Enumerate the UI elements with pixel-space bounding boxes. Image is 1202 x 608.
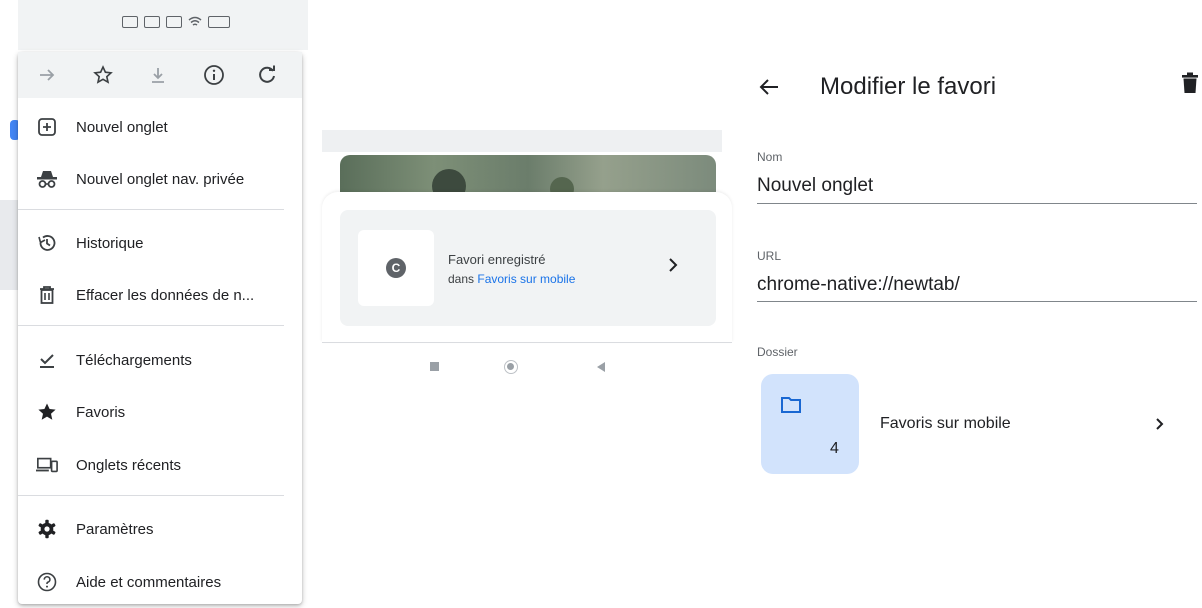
star-filled-icon bbox=[36, 401, 58, 423]
folder-field-label: Dossier bbox=[757, 345, 798, 359]
battery-icon bbox=[208, 16, 230, 28]
menu-item-bookmarks[interactable]: Favoris bbox=[18, 390, 302, 434]
menu-item-history[interactable]: Historique bbox=[18, 221, 302, 265]
chevron-right-icon[interactable] bbox=[1154, 416, 1166, 432]
menu-item-label: Téléchargements bbox=[76, 351, 192, 369]
system-nav-bar bbox=[322, 352, 732, 382]
trash-icon bbox=[36, 284, 58, 306]
name-field[interactable]: Nouvel onglet bbox=[757, 175, 873, 197]
recents-square-icon[interactable] bbox=[430, 362, 439, 371]
delete-icon[interactable] bbox=[1181, 72, 1199, 94]
download-icon[interactable] bbox=[145, 62, 171, 88]
sim1-signal-icon bbox=[144, 16, 160, 28]
snackbar-folder-link[interactable]: Favoris sur mobile bbox=[477, 272, 575, 286]
home-circle-icon[interactable] bbox=[504, 360, 518, 374]
menu-item-label: Nouvel onglet bbox=[76, 118, 168, 136]
menu-item-label: Onglets récents bbox=[76, 456, 182, 474]
background-page-block bbox=[0, 200, 20, 290]
new-tab-page-area bbox=[322, 130, 722, 152]
folder-name[interactable]: Favoris sur mobile bbox=[880, 415, 1011, 433]
menu-toolbar bbox=[18, 52, 302, 98]
menu-divider bbox=[18, 495, 284, 496]
menu-item-incognito-tab[interactable]: Nouvel onglet nav. privée bbox=[18, 157, 302, 201]
info-icon[interactable] bbox=[201, 62, 227, 88]
download-done-icon bbox=[36, 349, 58, 371]
history-icon bbox=[36, 232, 58, 254]
name-field-underline bbox=[757, 203, 1197, 204]
page-title: Modifier le favori bbox=[820, 73, 997, 100]
menu-item-clear-data[interactable]: Effacer les données de n... bbox=[18, 273, 302, 317]
snackbar-title: Favori enregistré bbox=[448, 252, 546, 267]
divider bbox=[322, 342, 732, 343]
plus-box-icon bbox=[36, 116, 58, 138]
incognito-icon bbox=[36, 168, 58, 190]
menu-item-label: Effacer les données de n... bbox=[76, 286, 255, 304]
menu-item-downloads[interactable]: Téléchargements bbox=[18, 338, 302, 382]
sim2-signal-icon bbox=[166, 16, 182, 28]
menu-item-recent-tabs[interactable]: Onglets récents bbox=[18, 443, 302, 487]
battery-saver-icon bbox=[122, 16, 138, 28]
snackbar-subtitle-prefix: dans bbox=[448, 272, 478, 286]
menu-item-label: Paramètres bbox=[76, 520, 154, 538]
back-triangle-icon[interactable] bbox=[596, 361, 606, 373]
chrome-overflow-menu: Nouvel onglet Nouvel onglet nav. privée … bbox=[18, 52, 302, 604]
url-field-label: URL bbox=[757, 249, 782, 263]
menu-divider bbox=[18, 325, 284, 326]
wifi-icon bbox=[188, 16, 202, 28]
menu-item-label: Nouvel onglet nav. privée bbox=[76, 170, 245, 188]
url-field[interactable]: chrome-native://newtab/ bbox=[757, 274, 960, 296]
menu-item-label: Favoris bbox=[76, 403, 126, 421]
menu-item-label: Historique bbox=[76, 234, 144, 252]
devices-icon bbox=[36, 454, 58, 476]
url-field-underline bbox=[757, 301, 1197, 302]
snackbar-subtitle: dans Favoris sur mobile bbox=[448, 272, 575, 286]
folder-selector[interactable] bbox=[761, 374, 859, 474]
menu-item-help[interactable]: Aide et commentaires bbox=[18, 560, 302, 604]
status-icons bbox=[122, 16, 230, 28]
site-favicon: C bbox=[386, 258, 406, 278]
menu-item-label: Aide et commentaires bbox=[76, 573, 222, 591]
help-icon bbox=[36, 571, 58, 593]
star-outline-icon[interactable] bbox=[90, 62, 116, 88]
chevron-right-icon[interactable] bbox=[666, 256, 680, 274]
name-field-label: Nom bbox=[757, 150, 783, 164]
menu-item-new-tab[interactable]: Nouvel onglet bbox=[18, 105, 302, 149]
reload-icon[interactable] bbox=[254, 62, 280, 88]
folder-item-count: 4 bbox=[830, 440, 839, 457]
arrow-forward-icon[interactable] bbox=[34, 62, 60, 88]
menu-divider bbox=[18, 209, 284, 210]
menu-item-settings[interactable]: Paramètres bbox=[18, 507, 302, 551]
folder-icon bbox=[780, 396, 802, 414]
back-arrow-icon[interactable] bbox=[758, 76, 780, 98]
gear-icon bbox=[36, 518, 58, 540]
